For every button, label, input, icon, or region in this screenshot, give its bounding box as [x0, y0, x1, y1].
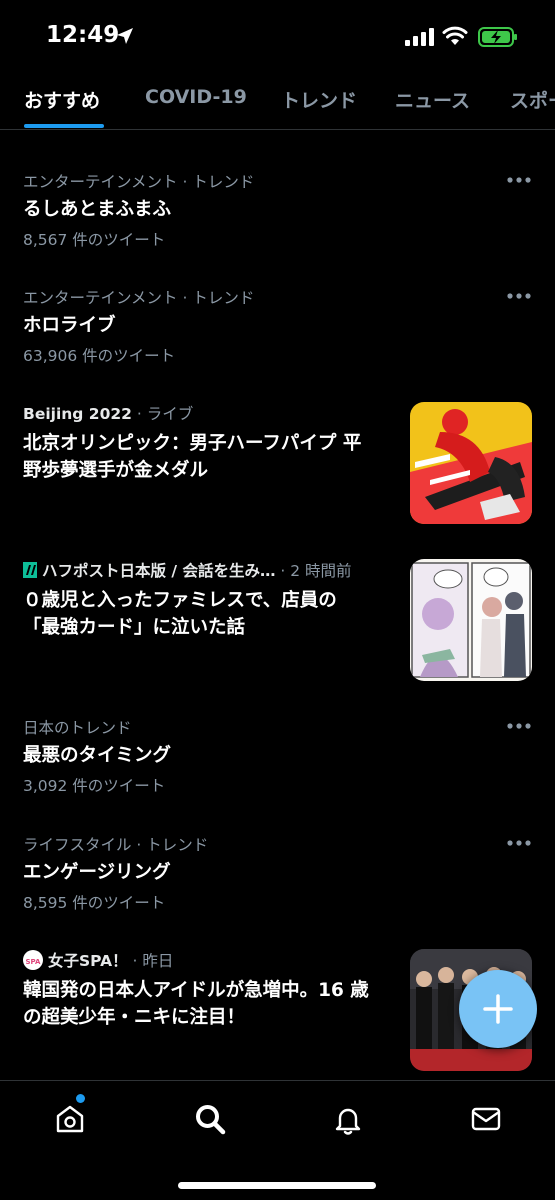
trend-context: エンターテインメント · トレンド [23, 173, 255, 191]
tweet-count: 63,906 件のツイート [23, 347, 176, 365]
news-headline-line2: 「最強カード」に泣いた話 [23, 617, 246, 638]
manga-comic-image [410, 559, 532, 681]
compose-tweet-button[interactable] [459, 970, 537, 1048]
search-icon[interactable] [194, 1103, 226, 1135]
news-headline-line2: 野歩夢選手が金メダル [23, 460, 209, 481]
tweet-count: 3,092 件のツイート [23, 777, 166, 795]
tab-trends[interactable]: トレンド [281, 86, 357, 113]
news-context: ハフポスト日本版 / 会話を生み… · 2 時間前 [23, 559, 352, 581]
battery-charging-icon [478, 27, 517, 47]
bell-icon[interactable] [332, 1103, 364, 1135]
olympics-snowboard-image [410, 402, 532, 524]
news-item[interactable]: Beijing 2022 · ライブ 北京オリンピック：男子ハーフパイプ 平 野… [0, 400, 555, 530]
trend-title: エンゲージリング [23, 862, 171, 883]
more-options-icon[interactable] [506, 292, 532, 300]
news-source: ハフポスト日本版 / 会話を生み… [42, 562, 276, 580]
trend-title: るしあとまふまふ [23, 199, 172, 220]
trend-context: ライフスタイル · トレンド [23, 836, 209, 854]
trend-item[interactable]: エンターテインメント · トレンド ホロライブ 63,906 件のツイート [0, 284, 555, 384]
trend-context: 日本のトレンド [23, 719, 132, 737]
tab-news[interactable]: ニュース [395, 86, 470, 113]
news-context: Beijing 2022 · ライブ [23, 402, 193, 424]
news-headline-line1: 北京オリンピック：男子ハーフパイプ 平 [23, 433, 362, 454]
news-headline-line2: の超美少年・ニキに注目！ [23, 1007, 246, 1028]
news-source: 女子SPA！ [48, 952, 128, 970]
news-headline-line1: 韓国発の日本人アイドルが急増中。16 歳 [23, 980, 369, 1001]
svg-text:SPA: SPA [26, 958, 42, 966]
wifi-icon [442, 26, 468, 45]
location-arrow-icon [117, 28, 133, 44]
trend-title: 最悪のタイミング [23, 745, 172, 766]
more-options-icon[interactable] [506, 839, 532, 847]
tab-recommended[interactable]: おすすめ [24, 86, 100, 113]
huffpost-logo-icon [23, 562, 37, 578]
news-timestamp: · 2 時間前 [275, 562, 352, 580]
tweet-count: 8,567 件のツイート [23, 231, 166, 249]
explore-tabs: おすすめ COVID-19 トレンド ニュース スポー [0, 70, 555, 130]
news-item[interactable]: ハフポスト日本版 / 会話を生み… · 2 時間前 ０歳児と入ったファミレスで、… [0, 557, 555, 687]
news-timestamp: · ライブ [131, 405, 194, 423]
tab-covid19[interactable]: COVID-19 [145, 86, 247, 108]
trend-title: ホロライブ [23, 315, 116, 336]
home-indicator [178, 1182, 376, 1189]
cellular-signal-icon [405, 28, 434, 46]
plus-icon [483, 994, 513, 1024]
trend-context: エンターテインメント · トレンド [23, 289, 255, 307]
more-options-icon[interactable] [506, 176, 532, 184]
news-headline-line1: ０歳児と入ったファミレスで、店員の [23, 590, 337, 611]
news-timestamp: · 昨日 [127, 952, 174, 970]
more-options-icon[interactable] [506, 722, 532, 730]
news-context: SPA 女子SPA！ · 昨日 [23, 949, 173, 971]
notification-dot [76, 1094, 85, 1103]
active-tab-indicator [24, 124, 104, 128]
news-source: Beijing 2022 [23, 405, 132, 423]
trend-item[interactable]: エンターテインメント · トレンド るしあとまふまふ 8,567 件のツイート [0, 168, 555, 268]
trend-item[interactable]: ライフスタイル · トレンド エンゲージリング 8,595 件のツイート [0, 831, 555, 931]
mail-icon[interactable] [470, 1103, 502, 1135]
bottom-navigation [0, 1080, 555, 1200]
tab-sports[interactable]: スポー [510, 86, 555, 113]
josei-spa-logo-icon: SPA [23, 950, 43, 970]
status-time: 12:49 [46, 22, 120, 48]
home-icon[interactable] [54, 1103, 86, 1135]
tweet-count: 8,595 件のツイート [23, 894, 166, 912]
status-bar: 12:49 [0, 0, 555, 70]
trend-item[interactable]: 日本のトレンド 最悪のタイミング 3,092 件のツイート [0, 714, 555, 814]
